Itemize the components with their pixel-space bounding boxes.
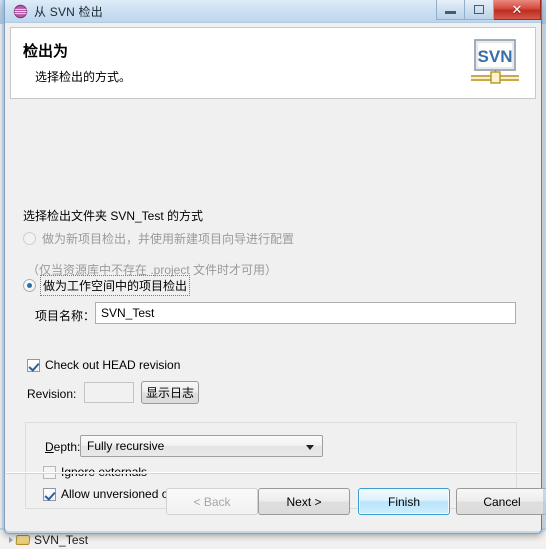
- project-name-input[interactable]: [95, 302, 516, 324]
- minimize-icon: [445, 10, 456, 14]
- minimize-button[interactable]: [436, 0, 465, 20]
- depth-selected-value: Fully recursive: [87, 439, 165, 453]
- checkbox-checkout-head-revision[interactable]: Check out HEAD revision: [27, 358, 180, 372]
- checkbox-label: Check out HEAD revision: [45, 358, 181, 372]
- back-button[interactable]: < Back: [166, 488, 258, 515]
- cancel-button[interactable]: Cancel: [456, 488, 546, 515]
- checkbox-icon: [27, 358, 40, 372]
- svg-text:SVN: SVN: [478, 47, 513, 66]
- radio-label: 做为工作空间中的项目检出: [40, 275, 191, 296]
- background-tree-item-label: SVN_Test: [34, 533, 89, 547]
- expand-arrow-icon[interactable]: [9, 537, 13, 543]
- restore-icon: [474, 5, 484, 14]
- depth-mnemonic: D: [45, 440, 54, 454]
- svn-repository-icon: [13, 4, 28, 19]
- revision-input[interactable]: [84, 382, 134, 403]
- chevron-down-icon: [306, 445, 314, 450]
- screen: SVN_Test 从 SVN 检出 ✕ 检出为 选择检出的方式。 SVN 选择检…: [0, 0, 546, 549]
- checkout-as-dialog: 从 SVN 检出 ✕ 检出为 选择检出的方式。 SVN 选择检出文件夹 SVN_…: [2, 0, 546, 534]
- radio-label: 做为新项目检出，并使用新建项目向导进行配置: [42, 232, 295, 246]
- folder-icon: [16, 534, 31, 546]
- close-button[interactable]: ✕: [494, 0, 541, 20]
- finish-button[interactable]: Finish: [358, 488, 450, 515]
- depth-label: Depth:: [45, 440, 80, 454]
- radio-checkout-as-workspace-project[interactable]: 做为工作空间中的项目检出: [23, 275, 191, 296]
- svn-banner-logo: SVN: [467, 38, 523, 90]
- footer-separator: [6, 472, 540, 474]
- show-log-button[interactable]: 显示日志: [141, 381, 199, 404]
- page-subtitle: 选择检出的方式。: [35, 70, 132, 84]
- section-label: 选择检出文件夹 SVN_Test 的方式: [23, 209, 204, 223]
- next-button[interactable]: Next >: [258, 488, 350, 515]
- radio-button-icon: [23, 232, 36, 245]
- radio-checkout-as-new-project[interactable]: 做为新项目检出，并使用新建项目向导进行配置: [23, 230, 294, 247]
- dialog-titlebar[interactable]: 从 SVN 检出 ✕: [5, 0, 541, 23]
- project-name-label: 项目名称：: [35, 309, 96, 323]
- depth-label-rest: epth:: [53, 440, 81, 454]
- radio-button-icon: [23, 279, 36, 292]
- depth-select[interactable]: Fully recursive: [80, 435, 323, 457]
- dialog-button-bar: < Back Next > Finish Cancel: [5, 488, 546, 518]
- maximize-restore-button[interactable]: [465, 0, 494, 20]
- dialog-header: 检出为 选择检出的方式。 SVN: [10, 27, 536, 99]
- window-controls: ✕: [436, 0, 541, 23]
- close-icon: ✕: [511, 2, 523, 17]
- dialog-title: 从 SVN 检出: [34, 4, 103, 19]
- page-title: 检出为: [23, 43, 69, 60]
- revision-label: Revision:: [27, 387, 77, 401]
